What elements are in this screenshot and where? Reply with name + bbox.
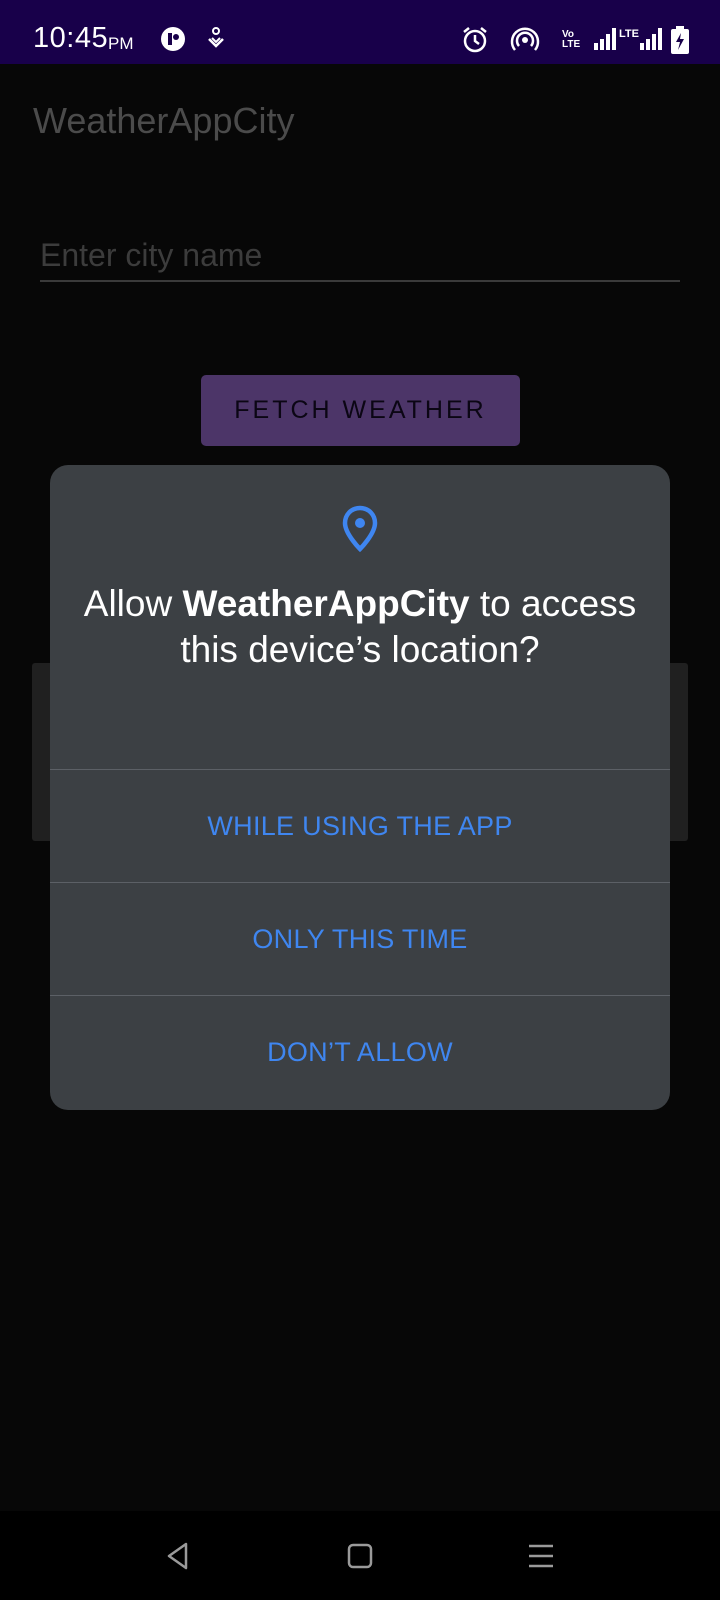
alarm-icon — [461, 26, 489, 59]
screen: 10:45 PM Vo LTE LTE WeatherAppCity Enter… — [0, 0, 720, 1600]
status-bar: 10:45 PM Vo LTE LTE — [0, 0, 720, 64]
volte-icon: Vo LTE — [562, 29, 581, 50]
dialog-message: Allow WeatherAppCity to access this devi… — [70, 581, 650, 673]
status-ampm: PM — [108, 34, 134, 53]
fetch-weather-button[interactable]: FETCH WEATHER — [201, 375, 520, 446]
status-time: 10:45 — [33, 22, 109, 54]
dont-allow-button[interactable]: DON’T ALLOW — [50, 996, 670, 1108]
city-name-input[interactable] — [40, 230, 680, 282]
signal-icon — [594, 28, 618, 55]
dialog-message-prefix: Allow — [83, 583, 183, 624]
location-permission-dialog: Allow WeatherAppCity to access this devi… — [50, 465, 670, 1110]
battery-charging-icon — [671, 26, 689, 59]
location-pin-icon — [340, 505, 380, 553]
home-icon[interactable] — [335, 1531, 385, 1581]
dialog-app-name: WeatherAppCity — [182, 583, 470, 624]
back-icon[interactable] — [153, 1531, 203, 1581]
lte-icon: LTE — [619, 28, 639, 40]
app-title: WeatherAppCity — [33, 100, 295, 141]
navigation-bar — [0, 1511, 720, 1600]
allow-while-using-button[interactable]: WHILE USING THE APP — [50, 770, 670, 882]
allow-only-this-time-button[interactable]: ONLY THIS TIME — [50, 883, 670, 995]
hotspot-icon — [510, 25, 540, 60]
signal-icon-2 — [640, 28, 662, 55]
app-notification-icon — [160, 26, 186, 57]
location-share-icon — [206, 26, 226, 57]
menu-icon[interactable] — [516, 1531, 566, 1581]
